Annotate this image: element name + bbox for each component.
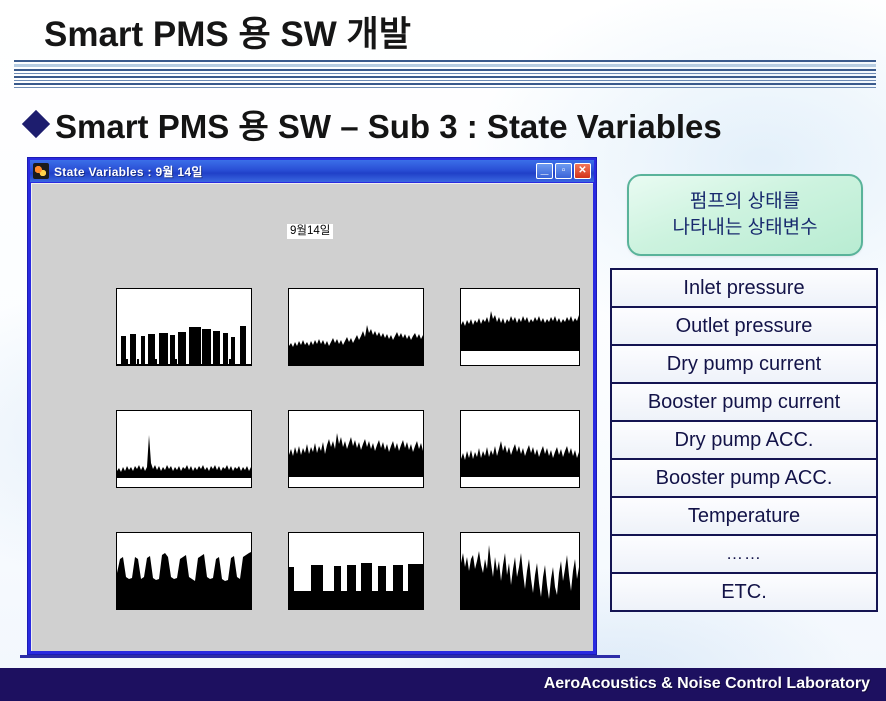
list-item: …… — [612, 536, 876, 574]
plot-axes: 0 50 100 — [288, 410, 424, 488]
list-item-label: Outlet pressure — [675, 314, 813, 337]
list-item[interactable]: Outlet pressure — [612, 308, 876, 346]
list-item-label: Dry pump ACC. — [674, 428, 814, 451]
plot-trace — [461, 441, 579, 477]
list-item-label: Booster pump current — [647, 390, 841, 413]
plot-trace — [289, 325, 423, 365]
list-item[interactable]: Inlet pressure — [612, 270, 876, 308]
list-item[interactable]: Dry pump ACC. — [612, 422, 876, 460]
variable-list: Inlet pressure Outlet pressure Dry pump … — [610, 268, 878, 612]
plot-trace — [117, 552, 251, 609]
plot-axes: 0 20 40 — [460, 288, 580, 366]
plot-trace — [289, 433, 423, 477]
plot-trace — [289, 563, 423, 609]
plot-axes: 15 16 17 — [460, 532, 580, 610]
section-heading: Smart PMS 용 SW – Sub 3 : State Variables — [21, 100, 722, 148]
plot-trace — [461, 545, 579, 609]
plot-axes: 0 10 20 — [288, 288, 424, 366]
list-item[interactable]: Dry pump current — [612, 346, 876, 384]
list-item[interactable]: Booster pump current — [612, 384, 876, 422]
maximize-icon: ▫ — [561, 165, 566, 176]
plot-trace — [117, 326, 251, 365]
diamond-icon — [21, 109, 51, 139]
list-item-label: Dry pump current — [666, 352, 822, 375]
plot-grid: 0 20 40 0 10 20 — [32, 184, 594, 652]
window-title: State Variables : 9월 14일 — [54, 164, 203, 179]
footer-band: AeroAcoustics & Noise Control Laboratory — [0, 668, 886, 701]
list-item[interactable]: ETC. — [612, 574, 876, 612]
plot-axes: 0 50 100 — [460, 410, 580, 488]
minimize-button[interactable]: _ — [536, 160, 553, 179]
maximize-button[interactable]: ▫ — [555, 163, 572, 179]
plot-axes: 0 20 40 — [116, 288, 252, 366]
page-title: Smart PMS 용 SW 개발 — [44, 15, 411, 54]
section-heading-label: Smart PMS 용 SW – Sub 3 : State Variables — [55, 108, 722, 145]
list-item-label: …… — [726, 544, 762, 563]
plot-axes: 0 2 4 — [116, 410, 252, 488]
plot-trace — [461, 311, 579, 351]
callout-box: 펌프의 상태를 나타내는 상태변수 — [627, 174, 863, 256]
list-item-label: ETC. — [721, 580, 767, 603]
plot-axes: 0 10 20 — [288, 532, 424, 610]
list-item-label: Inlet pressure — [683, 276, 805, 299]
list-item-label: Temperature — [687, 504, 801, 527]
footer-label: AeroAcoustics & Noise Control Laboratory — [543, 675, 870, 692]
decorative-rule-band — [14, 60, 876, 92]
window-titlebar[interactable]: State Variables : 9월 14일 _ ▫ ✕ — [30, 160, 594, 182]
window-controls: _ ▫ ✕ — [536, 160, 592, 179]
footer-rule — [20, 655, 620, 658]
list-item[interactable]: Temperature — [612, 498, 876, 536]
close-button[interactable]: ✕ — [574, 163, 591, 179]
close-icon: ✕ — [578, 165, 587, 176]
minimize-icon: _ — [540, 160, 549, 176]
figure-canvas: 9월14일 — [31, 183, 593, 651]
matlab-icon — [33, 163, 49, 179]
callout-line-2: 나타내는 상태변수 — [672, 217, 818, 238]
list-item[interactable]: Booster pump ACC. — [612, 460, 876, 498]
plot-axes: 1020 1040 1060 — [116, 532, 252, 610]
slide-root: Smart PMS 용 SW 개발 Smart PMS 용 SW – Sub 3… — [0, 0, 886, 701]
callout-line-1: 펌프의 상태를 — [689, 191, 801, 212]
matlab-figure-window[interactable]: State Variables : 9월 14일 _ ▫ ✕ 9월14일 — [27, 157, 597, 655]
list-item-label: Booster pump ACC. — [655, 466, 833, 489]
plot-trace — [117, 435, 251, 478]
